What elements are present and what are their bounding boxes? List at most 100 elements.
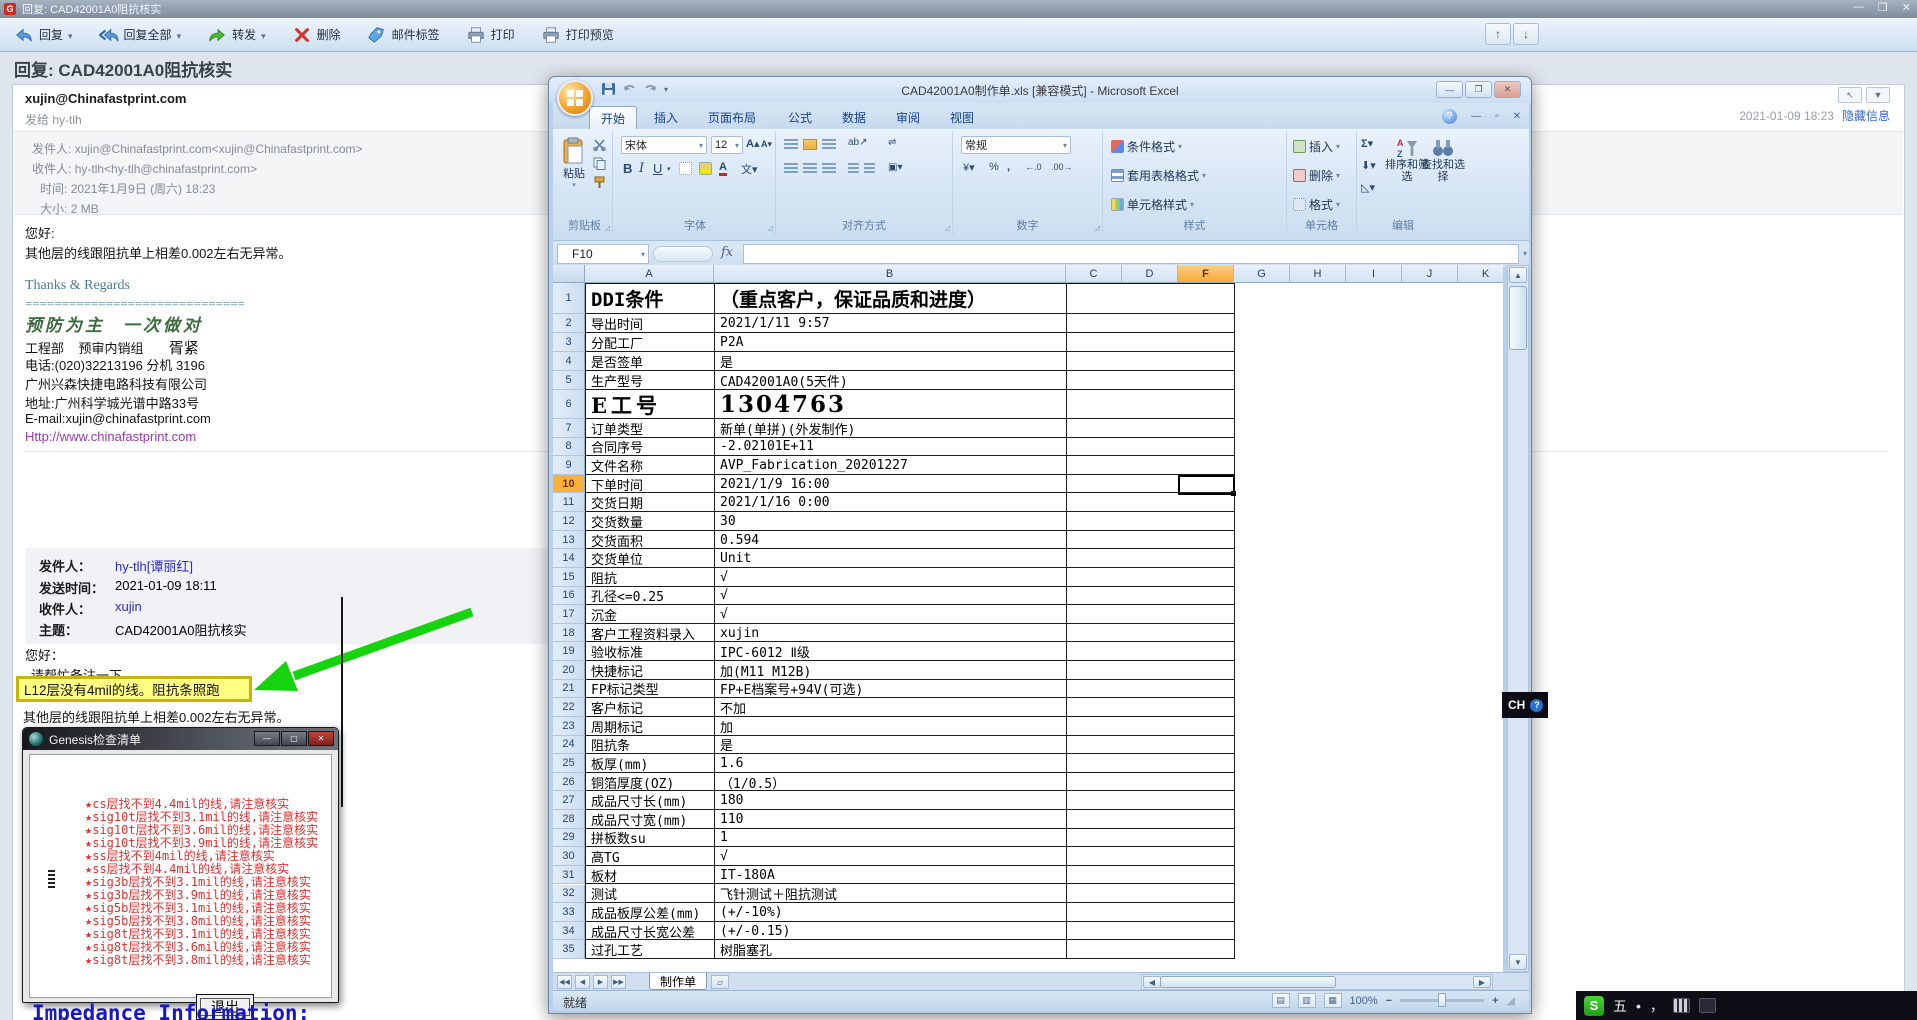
- language-indicator[interactable]: CH: [1508, 698, 1525, 712]
- fill-icon[interactable]: ⬇▾: [1361, 159, 1376, 172]
- font-color-icon[interactable]: A: [719, 161, 727, 176]
- cell-label[interactable]: 板材: [586, 866, 713, 885]
- cell-value[interactable]: 180: [715, 791, 1065, 810]
- cell-label[interactable]: 交货单位: [586, 549, 713, 568]
- merge-center-icon[interactable]: ▣▾: [888, 162, 902, 173]
- increase-decimal-icon[interactable]: ←.0: [1025, 162, 1042, 172]
- row-number[interactable]: 33: [553, 903, 585, 922]
- align-top-icon[interactable]: [784, 139, 798, 150]
- cell-label[interactable]: 文件名称: [586, 456, 713, 475]
- comma-style-icon[interactable]: ,: [1007, 161, 1010, 173]
- cell-value[interactable]: (+/-0.15): [715, 922, 1065, 941]
- fill-color-icon[interactable]: [699, 162, 712, 175]
- row-number[interactable]: 10: [553, 474, 585, 494]
- cell-value[interactable]: √: [715, 605, 1065, 624]
- row-number[interactable]: 7: [553, 419, 585, 438]
- cell-value[interactable]: 1: [715, 829, 1065, 848]
- cell-label[interactable]: 过孔工艺: [586, 940, 713, 959]
- cell-value[interactable]: （1/0.5）: [715, 773, 1065, 792]
- cell-value[interactable]: 是: [715, 736, 1065, 754]
- next-mail-button[interactable]: ↓: [1513, 23, 1539, 45]
- cell-styles-button[interactable]: 单元格样式: [1111, 196, 1194, 213]
- minimize-icon[interactable]: —: [1436, 81, 1463, 98]
- cell-label[interactable]: 拼板数su: [586, 829, 713, 847]
- print-button[interactable]: 打印: [466, 26, 515, 44]
- cell-label[interactable]: 合同序号: [586, 438, 713, 456]
- row-number[interactable]: 2: [553, 314, 585, 333]
- reply-button[interactable]: 回复: [14, 26, 73, 44]
- minimize-icon[interactable]: —: [1853, 1, 1864, 14]
- fx-icon[interactable]: fx: [721, 245, 733, 260]
- dialog-launcher-icon[interactable]: ◿: [768, 224, 773, 232]
- format-cells-button[interactable]: 格式: [1293, 196, 1340, 213]
- cell-value[interactable]: CAD42001A0(5天件): [715, 371, 1065, 390]
- sheet-tab[interactable]: 制作单: [649, 973, 708, 990]
- close-icon[interactable]: ✕: [308, 731, 334, 746]
- column-header-b[interactable]: B: [714, 265, 1066, 282]
- zoom-slider-thumb[interactable]: [1438, 993, 1447, 1007]
- cell-value[interactable]: √: [715, 587, 1065, 606]
- align-left-icon[interactable]: [784, 163, 798, 174]
- row-number[interactable]: 24: [553, 735, 585, 755]
- normal-view-icon[interactable]: ▤: [1271, 993, 1290, 1008]
- align-center-icon[interactable]: [803, 163, 817, 174]
- help-icon[interactable]: ?: [1442, 109, 1458, 124]
- cell-value[interactable]: 1.6: [715, 754, 1065, 773]
- shrink-font-icon[interactable]: A▾: [761, 139, 772, 150]
- align-middle-icon[interactable]: [803, 139, 817, 150]
- scroll-right-icon[interactable]: ▶: [1473, 976, 1491, 988]
- cell-label[interactable]: 验收标准: [586, 642, 713, 661]
- find-select-button[interactable]: 查找和选择: [1419, 137, 1467, 183]
- ime-toolbar[interactable]: S 五 • ，: [1576, 991, 1917, 1020]
- cell-label[interactable]: 沉金: [586, 605, 713, 624]
- cut-scissors-icon[interactable]: [593, 139, 606, 151]
- cell-value[interactable]: 2021/1/16 0:00: [715, 493, 1065, 512]
- cell-label[interactable]: 是否签单: [586, 352, 713, 371]
- cell-value[interactable]: √: [715, 847, 1065, 866]
- close-icon[interactable]: ✕: [1902, 1, 1911, 14]
- column-header-c[interactable]: C: [1066, 265, 1122, 282]
- row-number[interactable]: 34: [553, 921, 585, 941]
- cell-label[interactable]: 成品板厚公差(mm): [586, 903, 713, 922]
- dialog-launcher-icon[interactable]: ◿: [945, 224, 950, 232]
- restore-icon[interactable]: ❐: [1465, 81, 1492, 98]
- ribbon-tab-2[interactable]: 插入: [643, 106, 689, 129]
- underline-caret-icon[interactable]: ▾: [667, 165, 671, 173]
- decrease-decimal-icon[interactable]: .00→: [1051, 162, 1073, 172]
- format-painter-icon[interactable]: [593, 176, 606, 189]
- page-break-view-icon[interactable]: ▦: [1323, 993, 1342, 1008]
- number-format-combo[interactable]: 常规: [961, 136, 1071, 154]
- dialog-launcher-icon[interactable]: ◿: [605, 224, 610, 232]
- cell-label[interactable]: 交货数量: [586, 512, 713, 531]
- column-header-f[interactable]: F: [1178, 265, 1234, 282]
- italic-icon[interactable]: I: [639, 161, 644, 176]
- cell-label[interactable]: 客户工程资料录入: [586, 624, 713, 643]
- column-header-a[interactable]: A: [585, 265, 714, 282]
- cell-label[interactable]: 阻抗条: [586, 736, 713, 754]
- percent-style-icon[interactable]: %: [989, 161, 999, 173]
- undo-icon[interactable]: [622, 82, 637, 96]
- cell-label[interactable]: 板厚(mm): [586, 754, 713, 773]
- row-number[interactable]: 9: [553, 456, 585, 475]
- cell-value[interactable]: IT-180A: [715, 866, 1065, 885]
- resize-grip-icon[interactable]: ◢: [1507, 994, 1515, 1007]
- cell-label[interactable]: 交货面积: [586, 531, 713, 550]
- zoom-level[interactable]: 100%: [1350, 995, 1378, 1007]
- scroll-down-icon[interactable]: ▼: [1509, 954, 1527, 970]
- cell-label[interactable]: 分配工厂: [586, 333, 713, 352]
- cell-value[interactable]: 2021/1/11 9:57: [715, 314, 1065, 333]
- cell-value[interactable]: √: [715, 568, 1065, 587]
- close-icon[interactable]: ✕: [1494, 81, 1521, 98]
- cell-value[interactable]: IPC-6012 Ⅱ级: [715, 642, 1065, 661]
- zoom-in-icon[interactable]: +: [1492, 995, 1498, 1007]
- cell-value[interactable]: xujin: [715, 624, 1065, 643]
- row-number[interactable]: 26: [553, 772, 585, 792]
- ribbon-tab-4[interactable]: 公式: [777, 106, 823, 129]
- cell-value[interactable]: 飞针测试＋阻抗测试: [715, 885, 1065, 903]
- excel-titlebar[interactable]: CAD42001A0制作单.xls [兼容模式] - Microsoft Exc…: [549, 77, 1531, 103]
- borders-icon[interactable]: [679, 162, 692, 175]
- cell-label[interactable]: 成品尺寸长(mm): [586, 791, 713, 810]
- cell-value[interactable]: 0.594: [715, 531, 1065, 550]
- row-number[interactable]: 6: [553, 390, 585, 419]
- cell-label[interactable]: 生产型号: [586, 371, 713, 390]
